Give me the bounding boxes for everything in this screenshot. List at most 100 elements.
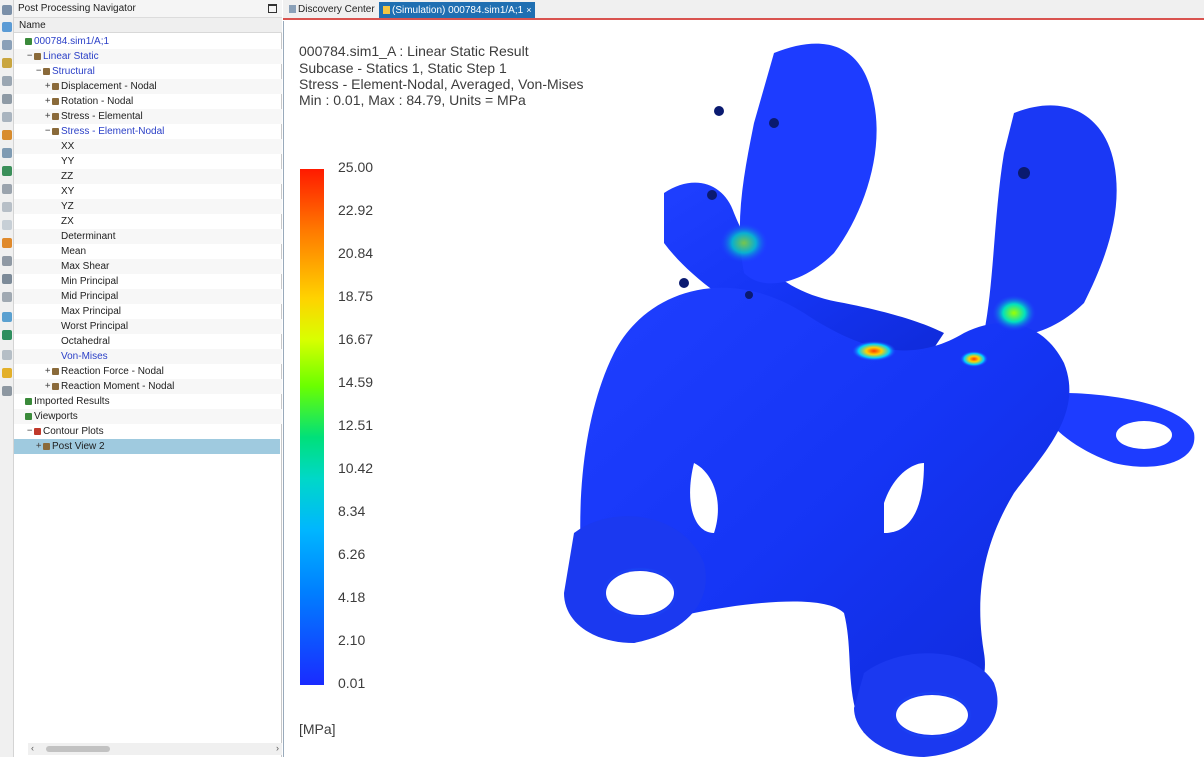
tree-row[interactable]: + Rotation - Nodal <box>14 94 282 109</box>
tree-node-label: Max Shear <box>61 261 110 272</box>
tree-node-label: YZ <box>61 201 74 212</box>
navigator-title: Post Processing Navigator <box>18 3 136 14</box>
tree-row[interactable]: Viewports <box>14 409 282 424</box>
chart-icon[interactable] <box>2 368 12 378</box>
tree-node-label: ZX <box>61 216 74 227</box>
tree-node-label: Stress - Elemental <box>61 111 143 122</box>
tree-row[interactable]: Worst Principal <box>14 319 282 334</box>
tree-row[interactable]: Determinant <box>14 229 282 244</box>
scrollbar-thumb[interactable] <box>46 746 110 752</box>
collapse-icon[interactable]: − <box>36 64 43 79</box>
history-palette-icon[interactable] <box>2 166 12 176</box>
post-processing-icon[interactable] <box>2 22 12 32</box>
expand-icon[interactable]: + <box>36 439 43 454</box>
tree-row[interactable]: Mean <box>14 244 282 259</box>
tree-row[interactable]: XY <box>14 184 282 199</box>
tab-discovery-center[interactable]: Discovery Center <box>285 2 379 18</box>
tree-row[interactable]: ZZ <box>14 169 282 184</box>
constraint-icon[interactable] <box>2 94 12 104</box>
tree-node-label: Post View 2 <box>52 441 105 452</box>
scroll-left-icon[interactable]: ‹ <box>31 743 34 753</box>
tree-row[interactable]: Mid Principal <box>14 289 282 304</box>
assembly-icon[interactable] <box>2 58 12 68</box>
tree-row[interactable]: + Displacement - Nodal <box>14 79 282 94</box>
tab-simulation[interactable]: (Simulation) 000784.sim1/A;1 × <box>379 2 535 18</box>
scene-icon[interactable] <box>2 202 12 212</box>
tree-node-icon <box>52 383 59 390</box>
tree-node-label: Linear Static <box>43 51 99 62</box>
system-materials-icon[interactable] <box>2 184 12 194</box>
tree-row[interactable]: Octahedral <box>14 334 282 349</box>
resource-bar <box>0 0 14 757</box>
tools-icon[interactable] <box>2 256 12 266</box>
warm-zone-right-fin <box>992 295 1036 331</box>
collapse-icon[interactable]: − <box>45 124 52 139</box>
tree-row[interactable]: Max Principal <box>14 304 282 319</box>
legend-value: 20.84 <box>338 245 374 261</box>
tree-row[interactable]: + Reaction Force - Nodal <box>14 364 282 379</box>
part-navigator-icon[interactable] <box>2 40 12 50</box>
expand-icon[interactable]: + <box>45 379 52 394</box>
navigator-icon[interactable] <box>2 5 12 15</box>
tree-row[interactable]: XX <box>14 139 282 154</box>
tree-row[interactable]: Min Principal <box>14 274 282 289</box>
tree-row[interactable]: − Linear Static <box>14 49 282 64</box>
expand-icon[interactable]: + <box>45 364 52 379</box>
tree-row[interactable]: YZ <box>14 199 282 214</box>
training-icon[interactable] <box>2 330 12 340</box>
palette-icon[interactable] <box>2 312 12 322</box>
tree-row[interactable]: + Stress - Elemental <box>14 109 282 124</box>
clock-icon[interactable] <box>2 350 12 360</box>
tree-row[interactable]: YY <box>14 154 282 169</box>
tree-row[interactable]: 000784.sim1/A;1 <box>14 34 282 49</box>
tree-row[interactable]: − Structural <box>14 64 282 79</box>
tree-node-label: Displacement - Nodal <box>61 81 157 92</box>
tree-row[interactable]: Max Shear <box>14 259 282 274</box>
stress-contour-model[interactable] <box>544 33 1204 757</box>
tree-node-label: Stress - Element-Nodal <box>61 126 165 137</box>
tree-row[interactable]: − Stress - Element-Nodal <box>14 124 282 139</box>
tree-node-label: Structural <box>52 66 95 77</box>
navigator-titlebar: Post Processing Navigator <box>14 0 282 18</box>
expand-icon[interactable]: + <box>45 79 52 94</box>
maximize-icon[interactable] <box>268 4 277 13</box>
editor-tab-bar: Discovery Center (Simulation) 000784.sim… <box>283 0 1204 20</box>
tree-row[interactable]: Von-Mises <box>14 349 282 364</box>
tree-row[interactable]: Imported Results <box>14 394 282 409</box>
scroll-right-icon[interactable]: › <box>276 743 279 753</box>
tree-node-icon <box>34 428 41 435</box>
collapse-icon[interactable]: − <box>27 49 34 64</box>
horizontal-scrollbar[interactable]: ‹ › <box>28 743 282 755</box>
tree-node-label: Reaction Force - Nodal <box>61 366 164 377</box>
fin-hole-2 <box>714 106 724 116</box>
tree-row[interactable]: + Post View 2 <box>14 439 280 454</box>
tree-node-label: Rotation - Nodal <box>61 96 134 107</box>
reuse-library-icon[interactable] <box>2 112 12 122</box>
tree-row[interactable]: ZX <box>14 214 282 229</box>
expand-icon[interactable]: + <box>45 94 52 109</box>
legend-value: 16.67 <box>338 331 374 347</box>
tree-row[interactable]: + Reaction Moment - Nodal <box>14 379 282 394</box>
web-browser-icon[interactable] <box>2 148 12 158</box>
fin-hole-3 <box>769 118 779 128</box>
reports-icon[interactable] <box>2 220 12 230</box>
gear-icon[interactable] <box>2 292 12 302</box>
post-processing-navigator: Post Processing Navigator Name 000784.si… <box>14 0 282 757</box>
render-icon[interactable] <box>2 238 12 248</box>
tree-node-label: 000784.sim1/A;1 <box>34 36 110 47</box>
close-icon[interactable]: × <box>526 5 531 15</box>
graphics-viewport[interactable]: 000784.sim1_A : Linear Static Result Sub… <box>283 21 1204 757</box>
collapse-icon[interactable]: − <box>27 424 34 439</box>
fin-hole-6 <box>745 291 753 299</box>
role-icon[interactable] <box>2 130 12 140</box>
grid-icon[interactable] <box>2 386 12 396</box>
tree-node-label: XY <box>61 186 75 197</box>
settings-icon[interactable] <box>2 274 12 284</box>
column-header-name[interactable]: Name <box>14 18 282 33</box>
legend-value: 14.59 <box>338 374 374 390</box>
tree-row[interactable]: − Contour Plots <box>14 424 282 439</box>
fin-hole-4 <box>1018 167 1030 179</box>
history-icon[interactable] <box>2 76 12 86</box>
tab-discovery-label: Discovery Center <box>298 4 375 15</box>
expand-icon[interactable]: + <box>45 109 52 124</box>
